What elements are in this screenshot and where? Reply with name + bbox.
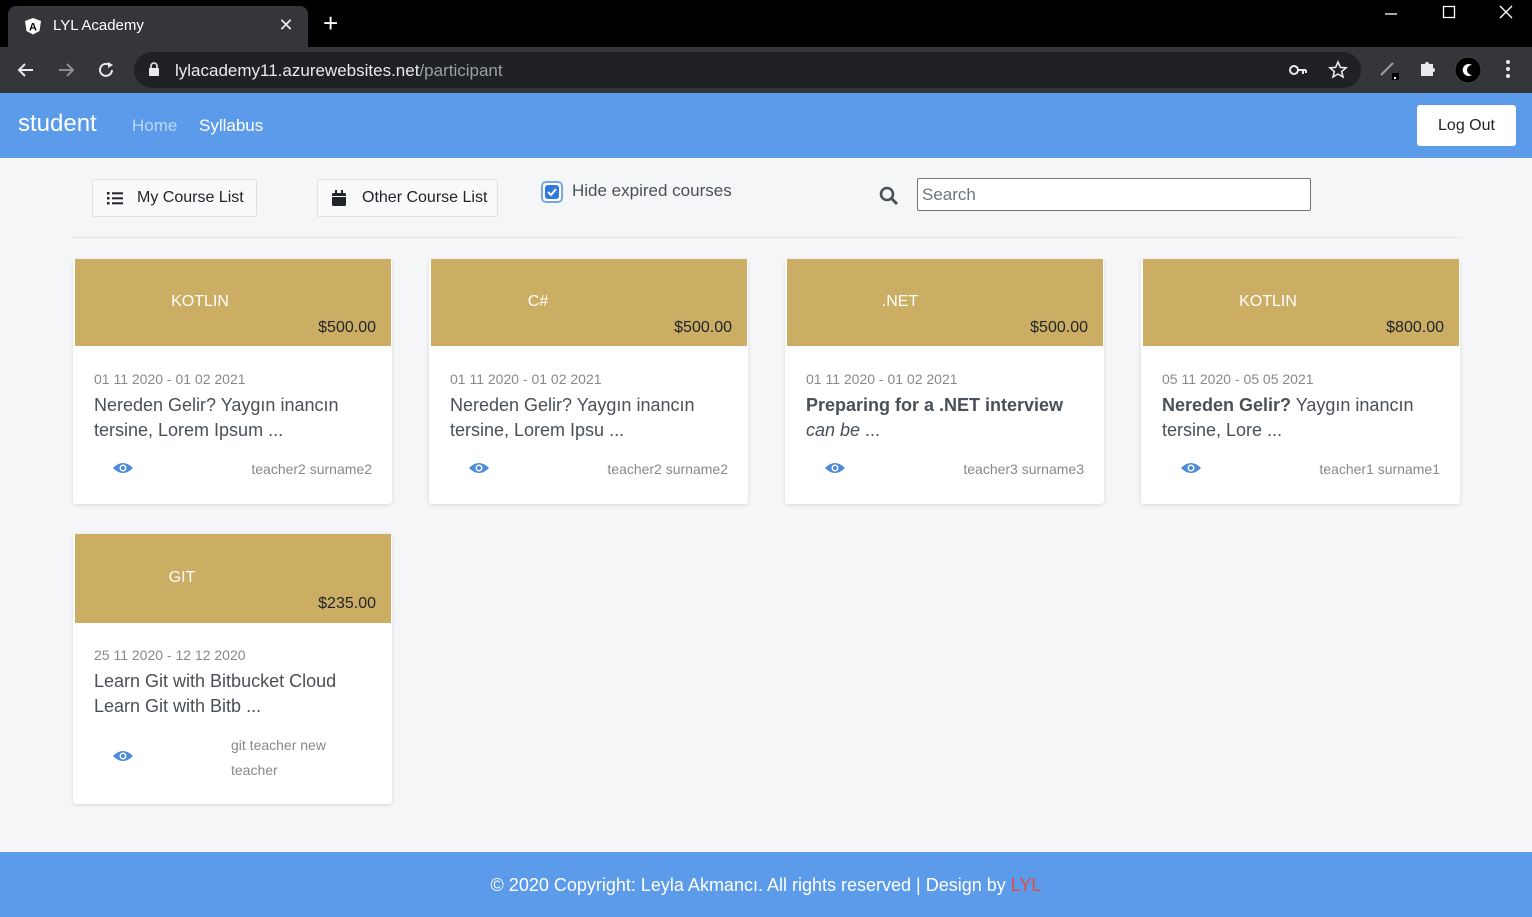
address-bar[interactable]: lylacademy11.azurewebsites.net/participa…: [134, 52, 1361, 88]
my-course-list-label: My Course List: [137, 189, 244, 206]
minimize-icon[interactable]: [1384, 2, 1398, 27]
course-card-header: KOTLIN $500.00: [75, 259, 391, 346]
course-dates: 01 11 2020 - 01 02 2021: [450, 371, 602, 387]
course-card-header: .NET $500.00: [787, 259, 1103, 346]
url-path: /participant: [419, 61, 503, 80]
hide-expired-checkbox[interactable]: [541, 181, 563, 203]
course-dates: 25 11 2020 - 12 12 2020: [94, 647, 246, 663]
url-text: lylacademy11.azurewebsites.net/participa…: [175, 61, 503, 81]
reload-icon[interactable]: [92, 56, 120, 84]
course-teacher: teacher3 surname3: [963, 461, 1084, 477]
other-course-list-label: Other Course List: [362, 189, 488, 206]
course-card[interactable]: C# $500.00 01 11 2020 - 01 02 2021 Nered…: [429, 259, 748, 504]
course-dates: 01 11 2020 - 01 02 2021: [94, 371, 246, 387]
footer-copyright-text: © 2020 Copyright: Leyla Akmancı. All rig…: [490, 875, 1011, 895]
view-eye-icon[interactable]: [112, 461, 134, 480]
checkbox-checked-mark: [545, 185, 559, 199]
course-description-bold: Preparing for a .NET interview: [806, 395, 1064, 415]
url-host: lylacademy11.azurewebsites.net: [175, 61, 420, 80]
svg-text:A: A: [29, 22, 37, 34]
course-card-header: KOTLIN $800.00: [1143, 259, 1459, 346]
course-description-tail: ...: [860, 420, 881, 440]
course-card[interactable]: KOTLIN $800.00 05 11 2020 - 05 05 2021 N…: [1141, 259, 1460, 504]
calendar-icon: [332, 190, 348, 206]
search-icon: [879, 186, 899, 211]
course-description: Learn Git with Bitbucket Cloud Learn Git…: [94, 669, 379, 719]
course-price: $500.00: [318, 319, 376, 336]
course-dates: 01 11 2020 - 01 02 2021: [806, 371, 958, 387]
maximize-icon[interactable]: [1442, 2, 1456, 27]
kebab-menu-icon[interactable]: [1500, 58, 1516, 85]
course-name: GIT: [168, 569, 196, 586]
browser-tabbar: A LYL Academy ✕ +: [0, 0, 1532, 47]
browser-tab[interactable]: A LYL Academy ✕: [8, 6, 308, 47]
footer-design-link[interactable]: LYL: [1011, 875, 1042, 895]
course-name: C#: [527, 293, 549, 310]
forward-arrow-icon[interactable]: [52, 56, 80, 84]
course-card[interactable]: GIT $235.00 25 11 2020 - 12 12 2020 Lear…: [73, 534, 392, 804]
new-tab-icon[interactable]: +: [323, 10, 338, 36]
key-icon[interactable]: [1288, 60, 1308, 85]
close-tab-icon[interactable]: ✕: [276, 15, 296, 36]
search-input[interactable]: [917, 178, 1311, 211]
course-description-italic: can be: [806, 420, 861, 440]
course-price: $235.00: [318, 595, 376, 612]
my-course-list-button[interactable]: My Course List: [92, 179, 257, 217]
course-teacher: teacher2 surname2: [251, 461, 372, 477]
nav-home-link[interactable]: Home: [132, 116, 177, 136]
course-description-text: Nereden Gelir? Yaygın inancın tersine, L…: [450, 395, 695, 440]
course-description-text: Nereden Gelir? Yaygın inancın tersine, L…: [94, 395, 339, 440]
course-price: $800.00: [1386, 319, 1444, 336]
browser-toolbar: lylacademy11.azurewebsites.net/participa…: [0, 47, 1532, 93]
view-eye-icon[interactable]: [468, 461, 490, 480]
course-description-text: Learn Git with Bitbucket Cloud Learn Git…: [94, 671, 337, 716]
back-arrow-icon[interactable]: [12, 56, 40, 84]
course-teacher: teacher2 surname2: [607, 461, 728, 477]
lock-icon: [148, 62, 160, 82]
other-course-list-button[interactable]: Other Course List: [317, 179, 498, 217]
close-window-icon[interactable]: [1499, 2, 1513, 27]
course-name: .NET: [881, 293, 919, 310]
view-eye-icon[interactable]: [1180, 461, 1202, 480]
course-card[interactable]: KOTLIN $500.00 01 11 2020 - 01 02 2021 N…: [73, 259, 392, 504]
course-description: Nereden Gelir? Yaygın inancın tersine, L…: [94, 393, 379, 443]
tab-title: LYL Academy: [53, 17, 144, 34]
angular-logo-icon: A: [24, 17, 42, 35]
course-description-bold: Nereden Gelir?: [1162, 395, 1292, 415]
nav-syllabus-link[interactable]: Syllabus: [199, 116, 263, 136]
course-description: Nereden Gelir? Yaygın inancın tersine, L…: [450, 393, 735, 443]
footer-copyright: © 2020 Copyright: Leyla Akmancı. All rig…: [0, 875, 1532, 896]
puzzle-extensions-icon[interactable]: [1418, 58, 1438, 83]
course-card[interactable]: .NET $500.00 01 11 2020 - 01 02 2021 Pre…: [785, 259, 1104, 504]
course-teacher: git teacher new teacher: [231, 737, 326, 778]
course-price: $500.00: [1030, 319, 1088, 336]
course-description: Nereden Gelir? Yaygın inancın tersine, L…: [1162, 393, 1447, 443]
course-price: $500.00: [674, 319, 732, 336]
page-footer: © 2020 Copyright: Leyla Akmancı. All rig…: [0, 852, 1532, 917]
profile-avatar-icon[interactable]: [1454, 56, 1482, 89]
app-navbar: student Home Syllabus Log Out: [0, 93, 1532, 158]
pen-extension-icon[interactable]: [1378, 58, 1400, 85]
brand-student[interactable]: student: [18, 110, 97, 138]
course-name: KOTLIN: [1239, 293, 1297, 310]
filter-divider: [72, 237, 1461, 238]
course-teacher: teacher1 surname1: [1319, 461, 1440, 477]
course-card-header: C# $500.00: [431, 259, 747, 346]
bookmark-star-icon[interactable]: [1328, 60, 1348, 85]
course-description: Preparing for a .NET interview can be ..…: [806, 393, 1091, 443]
logout-button[interactable]: Log Out: [1417, 105, 1516, 146]
hide-expired-label[interactable]: Hide expired courses: [572, 181, 732, 201]
course-dates: 05 11 2020 - 05 05 2021: [1162, 371, 1314, 387]
list-icon: [107, 190, 123, 206]
view-eye-icon[interactable]: [112, 749, 134, 768]
course-card-header: GIT $235.00: [75, 534, 391, 623]
view-eye-icon[interactable]: [824, 461, 846, 480]
course-name: KOTLIN: [171, 293, 229, 310]
